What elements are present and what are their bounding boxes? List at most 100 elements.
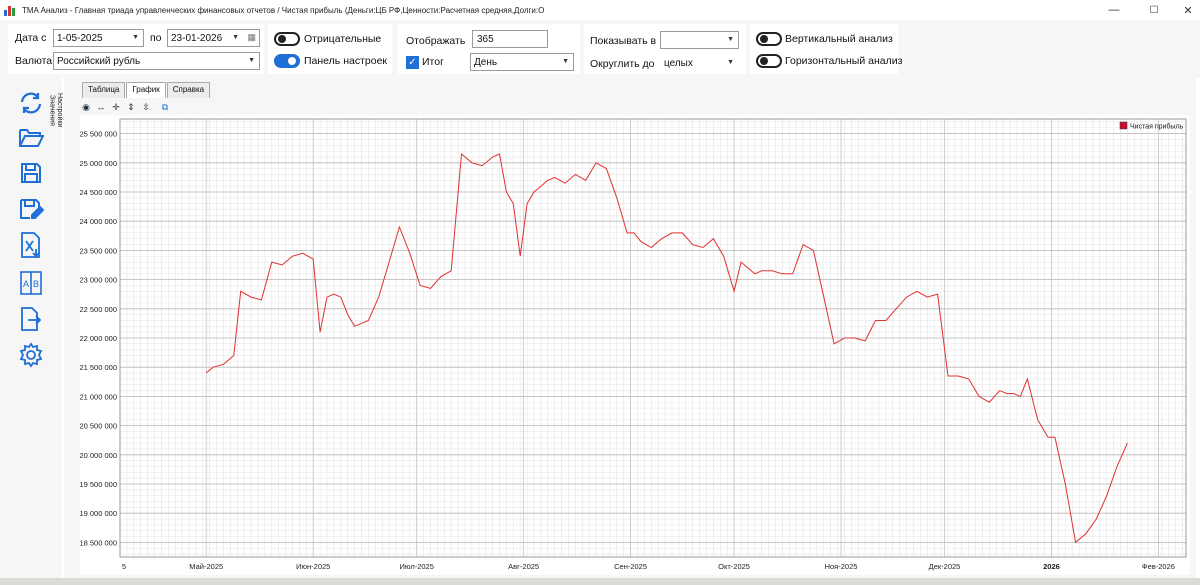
x-tick-label: Июл-2025	[399, 562, 433, 571]
view-tabs: Таблица График Справка	[82, 82, 211, 98]
save-icon[interactable]	[16, 158, 46, 188]
svg-text:A: A	[23, 279, 29, 289]
svg-text:B: B	[33, 279, 39, 289]
horizontal-analysis-toggle[interactable]	[756, 54, 782, 68]
show-in-select[interactable]: ▼	[660, 31, 739, 49]
ab-compare-icon[interactable]: A B	[16, 268, 46, 298]
status-strip	[0, 578, 1200, 585]
vertical-analysis-toggle[interactable]	[756, 32, 782, 46]
open-folder-icon[interactable]	[16, 123, 46, 153]
chart-background	[80, 115, 1190, 575]
x-tick-label: Ноя-2025	[825, 562, 858, 571]
x-tick-label: Окт-2025	[718, 562, 750, 571]
chevron-down-icon: ▼	[727, 59, 734, 66]
display-label: Отображать	[406, 35, 466, 47]
zoom-out-y-icon[interactable]: ⇳	[140, 101, 152, 113]
window-title: TMA Анализ - Главная триада управленческ…	[22, 5, 545, 15]
toggles-group: Отрицательные Панель настроек	[268, 24, 392, 74]
legend-label: Чистая прибыль	[1130, 123, 1184, 131]
fit-width-icon[interactable]: ↔	[95, 101, 107, 113]
eye-icon[interactable]: ◉	[80, 101, 92, 113]
tab-help[interactable]: Справка	[166, 82, 211, 98]
negatives-toggle[interactable]	[274, 32, 300, 46]
period-select[interactable]: День ▼	[470, 53, 574, 71]
date-from-picker[interactable]: 1-05-2025 ▼	[53, 29, 144, 47]
save-as-icon[interactable]	[16, 194, 46, 224]
display-group: Отображать 365 ✓ Итог День ▼	[398, 24, 580, 74]
chevron-down-icon: ▼	[248, 57, 255, 64]
date-to-picker[interactable]: 23-01-2026 ▼ ▦	[167, 29, 260, 47]
y-tick-label: 25 500 000	[80, 130, 117, 139]
x-tick-label: 2026	[1043, 562, 1060, 571]
date-currency-group: Дата с 1-05-2025 ▼ по 23-01-2026 ▼ ▦ Вал…	[8, 24, 264, 74]
y-tick-label: 19 000 000	[80, 509, 117, 518]
title-bar: TMA Анализ - Главная триада управленческ…	[0, 0, 1200, 20]
chevron-down-icon: ▼	[562, 58, 569, 65]
round-to-value: целых	[664, 57, 693, 69]
currency-value: Российский рубль	[57, 55, 141, 67]
negatives-label: Отрицательные	[304, 33, 382, 45]
x-tick-label: 5	[122, 562, 126, 571]
copy-image-icon[interactable]: ⧉	[159, 101, 171, 113]
export-icon[interactable]	[16, 304, 46, 334]
x-tick-label: Дек-2025	[929, 562, 961, 571]
y-tick-label: 22 500 000	[80, 305, 117, 314]
gear-icon[interactable]	[16, 340, 46, 370]
round-to-label: Округлить до	[590, 58, 655, 70]
y-tick-label: 22 000 000	[80, 334, 117, 343]
analysis-group: Вертикальный анализ Горизонтальный анали…	[750, 24, 902, 74]
date-from-value: 1-05-2025	[57, 32, 103, 44]
horizontal-analysis-label: Горизонтальный анализ	[785, 55, 903, 67]
y-tick-label: 20 000 000	[80, 451, 117, 460]
period-value: День	[474, 56, 498, 68]
excel-export-icon[interactable]	[16, 230, 46, 260]
y-tick-label: 19 500 000	[80, 480, 117, 489]
currency-select[interactable]: Российский рубль ▼	[53, 52, 260, 70]
close-button[interactable]: ✕	[1170, 0, 1200, 20]
zoom-in-y-icon[interactable]: ⇕	[125, 101, 137, 113]
y-tick-label: 20 500 000	[80, 422, 117, 431]
y-tick-label: 18 500 000	[80, 538, 117, 547]
format-group: Показывать в ▼ Округлить до целых ▼	[584, 24, 746, 74]
display-count-input[interactable]: 365	[472, 30, 548, 48]
x-tick-label: Фев-2026	[1142, 562, 1175, 571]
total-checkbox[interactable]: ✓	[406, 56, 419, 69]
date-from-label: Дата с	[15, 32, 47, 44]
x-tick-label: Сен-2025	[614, 562, 647, 571]
zoom-in-x-icon[interactable]: ✛	[110, 101, 122, 113]
total-label: Итог	[422, 56, 444, 68]
currency-label: Валюта	[15, 55, 53, 67]
y-tick-label: 24 000 000	[80, 217, 117, 226]
tab-table[interactable]: Таблица	[82, 82, 126, 98]
vertical-analysis-label: Вертикальный анализ	[785, 33, 893, 45]
x-tick-label: Май-2025	[189, 562, 223, 571]
date-to-label: по	[150, 32, 162, 44]
x-tick-label: Июн-2025	[296, 562, 330, 571]
settings-values-side-tab[interactable]: Настройки Значения	[48, 80, 63, 140]
chevron-down-icon: ▼	[232, 34, 239, 41]
refresh-icon[interactable]	[16, 88, 46, 118]
calendar-icon: ▦	[247, 32, 256, 42]
chart-toolbar: ◉ ↔ ✛ ⇕ ⇳ ⧉	[80, 100, 171, 114]
y-tick-label: 24 500 000	[80, 188, 117, 197]
maximize-button[interactable]: ☐	[1136, 0, 1172, 20]
settings-panel-label: Панель настроек	[304, 55, 388, 67]
show-in-label: Показывать в	[590, 35, 657, 47]
legend-swatch	[1119, 121, 1128, 130]
net-profit-chart[interactable]: 25 500 000 25 000 000 24 500 000 24 000 000…	[80, 115, 1190, 575]
y-tick-label: 21 500 000	[80, 363, 117, 372]
minimize-button[interactable]: —	[1096, 0, 1132, 20]
date-to-value: 23-01-2026	[171, 32, 223, 44]
tab-chart[interactable]: График	[126, 82, 166, 98]
y-tick-label: 23 500 000	[80, 246, 117, 255]
y-tick-label: 23 000 000	[80, 276, 117, 285]
chevron-down-icon: ▼	[727, 36, 734, 43]
settings-panel-toggle[interactable]	[274, 54, 300, 68]
round-to-select[interactable]: целых ▼	[660, 54, 739, 72]
y-axis-ticks: 25 500 000 25 000 000 24 500 000 24 000 000…	[80, 130, 117, 548]
y-tick-label: 25 000 000	[80, 159, 117, 168]
filter-panel: Дата с 1-05-2025 ▼ по 23-01-2026 ▼ ▦ Вал…	[0, 20, 1200, 78]
left-toolbar: A B	[0, 78, 62, 578]
chart-legend[interactable]: Чистая прибыль	[1119, 121, 1184, 131]
chevron-down-icon: ▼	[132, 34, 139, 41]
